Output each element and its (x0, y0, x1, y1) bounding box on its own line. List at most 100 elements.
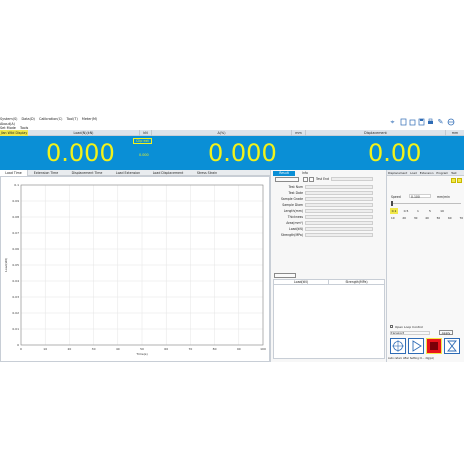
preset-button[interactable]: 0.1 (390, 208, 398, 214)
ch1-value: 0.000 (46, 139, 115, 167)
y-tick-label: 0.07 (12, 231, 19, 235)
x-tick-label: 10 (43, 347, 47, 351)
field-label: Test Date (288, 191, 303, 195)
result-nav-buttons[interactable] (275, 177, 299, 182)
transport-select[interactable] (390, 331, 430, 335)
speed-unit[interactable]: mm/min (437, 195, 450, 199)
open-file-icon-svg (409, 119, 416, 126)
stop-button[interactable] (426, 338, 442, 354)
speed-label: Speed (391, 195, 401, 199)
open-loop-checkbox[interactable] (390, 325, 393, 328)
field-value[interactable] (305, 203, 373, 207)
x-tick-label: 20 (67, 347, 71, 351)
apply-button[interactable]: Apply (439, 330, 453, 335)
control-footer[interactable]: Auto return After Setting Cl... dlg(pz) (388, 357, 464, 360)
chart-area[interactable]: 0 10 20 30 40 50 60 70 80 90 100 0 0.01 0.02 0.03 0.04 0… (0, 176, 270, 362)
tab-load[interactable]: Load (410, 171, 417, 175)
tab-result[interactable]: Result (273, 171, 295, 176)
y-axis-label: Load(kN) (4, 258, 8, 272)
return-home-button[interactable] (390, 338, 406, 354)
next-button[interactable] (309, 177, 314, 182)
field-value[interactable] (305, 197, 373, 201)
scale-label: 70 (459, 216, 463, 220)
location-icon[interactable]: ⌖ (389, 118, 396, 126)
field-label: Sample Grade (280, 197, 303, 201)
field-value[interactable] (305, 185, 373, 189)
edit-icon[interactable]: ✎ (437, 118, 444, 126)
tab-displacement[interactable]: Displacement (388, 171, 407, 175)
new-file-icon[interactable] (400, 118, 407, 126)
field-value[interactable] (305, 233, 373, 237)
test-end-label: Test End (316, 177, 329, 181)
tab-program[interactable]: Program (436, 171, 448, 175)
table-header-load[interactable]: Load(kN) (274, 280, 329, 285)
x-tick-label: 50 (140, 347, 144, 351)
field-value[interactable] (305, 221, 373, 225)
tab-test[interactable]: Test (451, 171, 457, 175)
ch3-value: 0.00 (368, 139, 422, 167)
x-tick-label: 80 (213, 347, 217, 351)
print-icon[interactable] (427, 118, 434, 126)
preset-button[interactable]: 0.5 (402, 208, 410, 214)
y-tick-label: 0.09 (12, 199, 19, 203)
field-value[interactable] (305, 209, 373, 213)
field-label: Length(mm) (283, 209, 303, 213)
table-toolbar[interactable] (274, 273, 296, 278)
y-tick-label: 0.06 (12, 247, 19, 251)
field-value[interactable] (305, 215, 373, 219)
pointer-button[interactable] (457, 178, 462, 183)
preset-button[interactable]: 10 (438, 208, 446, 214)
x-axis-label: Time(s) (135, 352, 147, 356)
field-label: Strength(MPa) (280, 233, 303, 237)
table-header-strength[interactable]: Strength(MPa) (329, 280, 384, 285)
speed-value: 0.100 (411, 195, 420, 199)
menu-tool[interactable]: Tool(T) (67, 117, 78, 121)
scale-label: 50 (436, 216, 441, 220)
field-value[interactable] (305, 227, 373, 231)
open-file-icon[interactable] (409, 118, 416, 126)
speed-slider-thumb[interactable] (391, 201, 393, 206)
menu-data[interactable]: Data(D) (22, 117, 35, 121)
new-file-icon-svg (400, 118, 407, 126)
speed-slider-track[interactable] (391, 203, 461, 204)
exit-icon[interactable] (447, 118, 455, 126)
field-label: Thickness (287, 215, 303, 219)
preset-button[interactable]: 1 (414, 208, 422, 214)
field-label: Load(kN) (289, 227, 303, 231)
menu-bar: System(S) Data(D) Calibration(C) Tool(T)… (0, 117, 110, 130)
tab-info[interactable]: Info (297, 171, 313, 176)
exit-icon-svg (447, 118, 455, 126)
pointer-button[interactable] (451, 178, 456, 183)
ch1-tag[interactable]: Clip ext (133, 138, 152, 144)
result-table: Load(kN) Strength(MPa) (273, 279, 385, 359)
speed-scale: 10 20 30 40 50 60 70 (391, 216, 463, 220)
save-icon[interactable] (418, 118, 425, 126)
hourglass-button[interactable] (444, 338, 460, 354)
start-button[interactable] (408, 338, 424, 354)
menu-about[interactable]: About(A) (0, 122, 15, 126)
open-loop-label: Open Loop Control (395, 325, 423, 329)
menu-meter[interactable]: Meter(M) (82, 117, 97, 121)
field-label: Test Num (288, 185, 303, 189)
scale-label: 20 (402, 216, 406, 220)
tab-extension[interactable]: Extension (420, 171, 434, 175)
prev-button[interactable] (303, 177, 308, 182)
field-value[interactable] (305, 191, 373, 195)
play-icon (412, 340, 422, 352)
x-tick-label: 100 (260, 347, 266, 351)
x-tick-label: 30 (92, 347, 96, 351)
field-label: Area(mm²) (286, 221, 303, 225)
menu-system[interactable]: System(S) (0, 117, 17, 121)
test-end-field[interactable] (331, 177, 373, 181)
x-tick-label: 70 (188, 347, 192, 351)
preset-button[interactable]: 5 (426, 208, 434, 214)
x-tick-label: 0 (20, 347, 22, 351)
field-label: Sample Diam (282, 203, 303, 207)
x-tick-label: 40 (116, 347, 120, 351)
crosshair-icon (392, 340, 404, 352)
menu-calibration[interactable]: Calibration(C) (39, 117, 62, 121)
y-tick-label: 0.01 (12, 327, 19, 331)
y-tick-label: 0.03 (12, 295, 19, 299)
control-panel: Displacement Load Extension Program Test… (386, 170, 464, 362)
x-tick-label: 60 (164, 347, 168, 351)
